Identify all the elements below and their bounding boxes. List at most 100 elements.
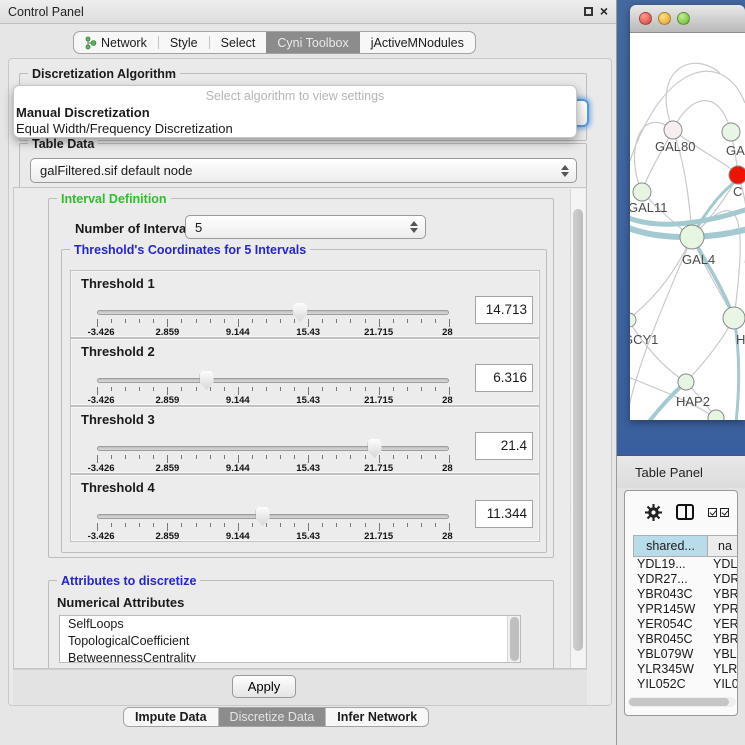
option-equal-width-frequency[interactable]: Equal Width/Frequency Discretization [14, 121, 576, 137]
bottom-tab-bar: Impute Data Discretize Data Infer Networ… [123, 707, 429, 727]
tab-jactivemnodules[interactable]: jActiveMNodules [360, 32, 475, 53]
cell-name[interactable]: YDR2 [708, 572, 738, 587]
table-panel-box: shared... na YDL19...YDL1YDR27...YDR2YBR… [624, 490, 738, 716]
cell-name[interactable]: YBL0 [708, 647, 738, 662]
tick-mark [181, 455, 182, 459]
minimize-traffic-light[interactable] [658, 12, 671, 25]
tab-network[interactable]: Network [74, 32, 158, 53]
cell-shared-name[interactable]: YBR043C [633, 587, 708, 602]
network-node[interactable] [722, 123, 740, 141]
cell-name[interactable]: YIL0 [708, 677, 738, 692]
list-scrollbar[interactable] [507, 616, 520, 662]
threshold-value-field[interactable]: 14.713 [475, 296, 533, 324]
threshold-value-field[interactable]: 11.344 [475, 500, 533, 528]
threshold-value-field[interactable]: 21.4 [475, 432, 533, 460]
split-panel-icon[interactable] [676, 504, 694, 520]
threshold-value-field[interactable]: 6.316 [475, 364, 533, 392]
gear-icon[interactable] [645, 504, 662, 521]
cell-shared-name[interactable]: YBR045C [633, 632, 708, 647]
list-scrollbar-thumb[interactable] [510, 617, 519, 661]
table-row[interactable]: YBL079WYBL0 [633, 647, 738, 662]
cell-name[interactable]: YBR0 [708, 632, 738, 647]
cell-shared-name[interactable]: YPR145W [633, 602, 708, 617]
number-of-intervals-combobox[interactable]: 5 [185, 215, 426, 239]
horizontal-scrollbar[interactable] [628, 697, 736, 707]
network-node[interactable] [633, 183, 651, 201]
tab-impute-data[interactable]: Impute Data [124, 708, 218, 726]
attribute-list-item[interactable]: TopologicalCoefficient [60, 633, 520, 650]
tick-mark [153, 387, 154, 391]
tab-cyni-toolbox[interactable]: Cyni Toolbox [266, 32, 359, 53]
network-canvas[interactable]: GAL80GACGAL11GAL4HGCY1HAP2 [630, 33, 745, 420]
cyni-toolbox-pane: Discretization Algorithm Select algorith… [8, 58, 612, 706]
algorithm-dropdown-popup: Select algorithm to view settings Manual… [13, 85, 577, 138]
tick-mark [181, 523, 182, 527]
thresholds-group: Threshold's Coordinates for 5 Intervals … [61, 249, 547, 553]
threshold-slider[interactable] [97, 310, 449, 315]
zoom-traffic-light[interactable] [677, 12, 690, 25]
attribute-list-item[interactable]: BetweennessCentrality [60, 650, 520, 663]
option-manual-discretization[interactable]: Manual Discretization [14, 105, 576, 121]
main-scrollbar-thumb[interactable] [573, 209, 583, 651]
column-visibility-icon[interactable] [708, 508, 729, 517]
column-header-name[interactable]: na [708, 535, 738, 557]
cell-shared-name[interactable]: YBL079W [633, 647, 708, 662]
table-row[interactable]: YBR045CYBR0 [633, 632, 738, 647]
table-row[interactable]: YLR345WYLR3 [633, 662, 738, 677]
cell-shared-name[interactable]: YIL052C [633, 677, 708, 692]
network-node[interactable] [723, 307, 745, 329]
cell-shared-name[interactable]: YER054C [633, 617, 708, 632]
attribute-list-item[interactable]: SelfLoops [60, 616, 520, 633]
network-node[interactable] [678, 374, 694, 390]
close-icon[interactable]: × [600, 7, 608, 16]
cell-shared-name[interactable]: YDR27... [633, 572, 708, 587]
threshold-label: Threshold 4 [81, 480, 155, 495]
tab-select[interactable]: Select [210, 32, 267, 53]
tick-mark [294, 523, 295, 527]
column-header-shared-name[interactable]: shared... [633, 535, 708, 557]
float-window-icon[interactable] [584, 7, 593, 16]
tick-mark [280, 455, 281, 459]
apply-button[interactable]: Apply [232, 675, 296, 698]
tab-infer-network[interactable]: Infer Network [325, 708, 428, 726]
threshold-slider[interactable] [97, 378, 449, 383]
tab-discretize-data[interactable]: Discretize Data [218, 708, 326, 726]
threshold-slider[interactable] [97, 514, 449, 519]
cell-name[interactable]: YER0 [708, 617, 738, 632]
checkbox-icon [708, 508, 717, 517]
horizontal-scrollbar-thumb[interactable] [629, 698, 729, 706]
table-row[interactable]: YER054CYER0 [633, 617, 738, 632]
tick-mark [365, 455, 366, 459]
cell-name[interactable]: YLR3 [708, 662, 738, 677]
network-node[interactable] [729, 166, 745, 184]
threshold-slider[interactable] [97, 446, 449, 451]
table-row[interactable]: YDR27...YDR2 [633, 572, 738, 587]
cell-name[interactable]: YDL1 [708, 557, 738, 572]
network-window-titlebar[interactable] [630, 5, 745, 33]
slider-tick-labels: -3.4262.8599.14415.4321.71528 [97, 395, 449, 405]
tick-mark [308, 523, 309, 531]
table-data-combobox[interactable]: galFiltered.sif default node [30, 158, 577, 183]
tick-mark [238, 387, 239, 395]
table-header-row: shared... na [633, 535, 738, 557]
tick-mark [252, 319, 253, 323]
table-row[interactable]: YIL052CYIL0 [633, 677, 738, 692]
table-row[interactable]: YBR043CYBR0 [633, 587, 738, 602]
table-row[interactable]: YDL19...YDL1 [633, 557, 738, 572]
tick-mark [139, 319, 140, 323]
cell-shared-name[interactable]: YDL19... [633, 557, 708, 572]
table-row[interactable]: YPR145WYPR1 [633, 602, 738, 617]
cell-name[interactable]: YBR0 [708, 587, 738, 602]
node-label: C [733, 184, 742, 199]
network-node[interactable] [680, 225, 704, 249]
number-of-intervals-label: Number of Intervals [75, 221, 197, 236]
tick-mark [196, 523, 197, 527]
network-node[interactable] [630, 313, 636, 327]
cell-shared-name[interactable]: YLR345W [633, 662, 708, 677]
network-node[interactable] [664, 121, 682, 139]
tick-mark [322, 455, 323, 459]
cell-name[interactable]: YPR1 [708, 602, 738, 617]
close-traffic-light[interactable] [639, 12, 652, 25]
main-scrollbar[interactable] [570, 189, 585, 669]
tab-style[interactable]: Style [159, 32, 209, 53]
